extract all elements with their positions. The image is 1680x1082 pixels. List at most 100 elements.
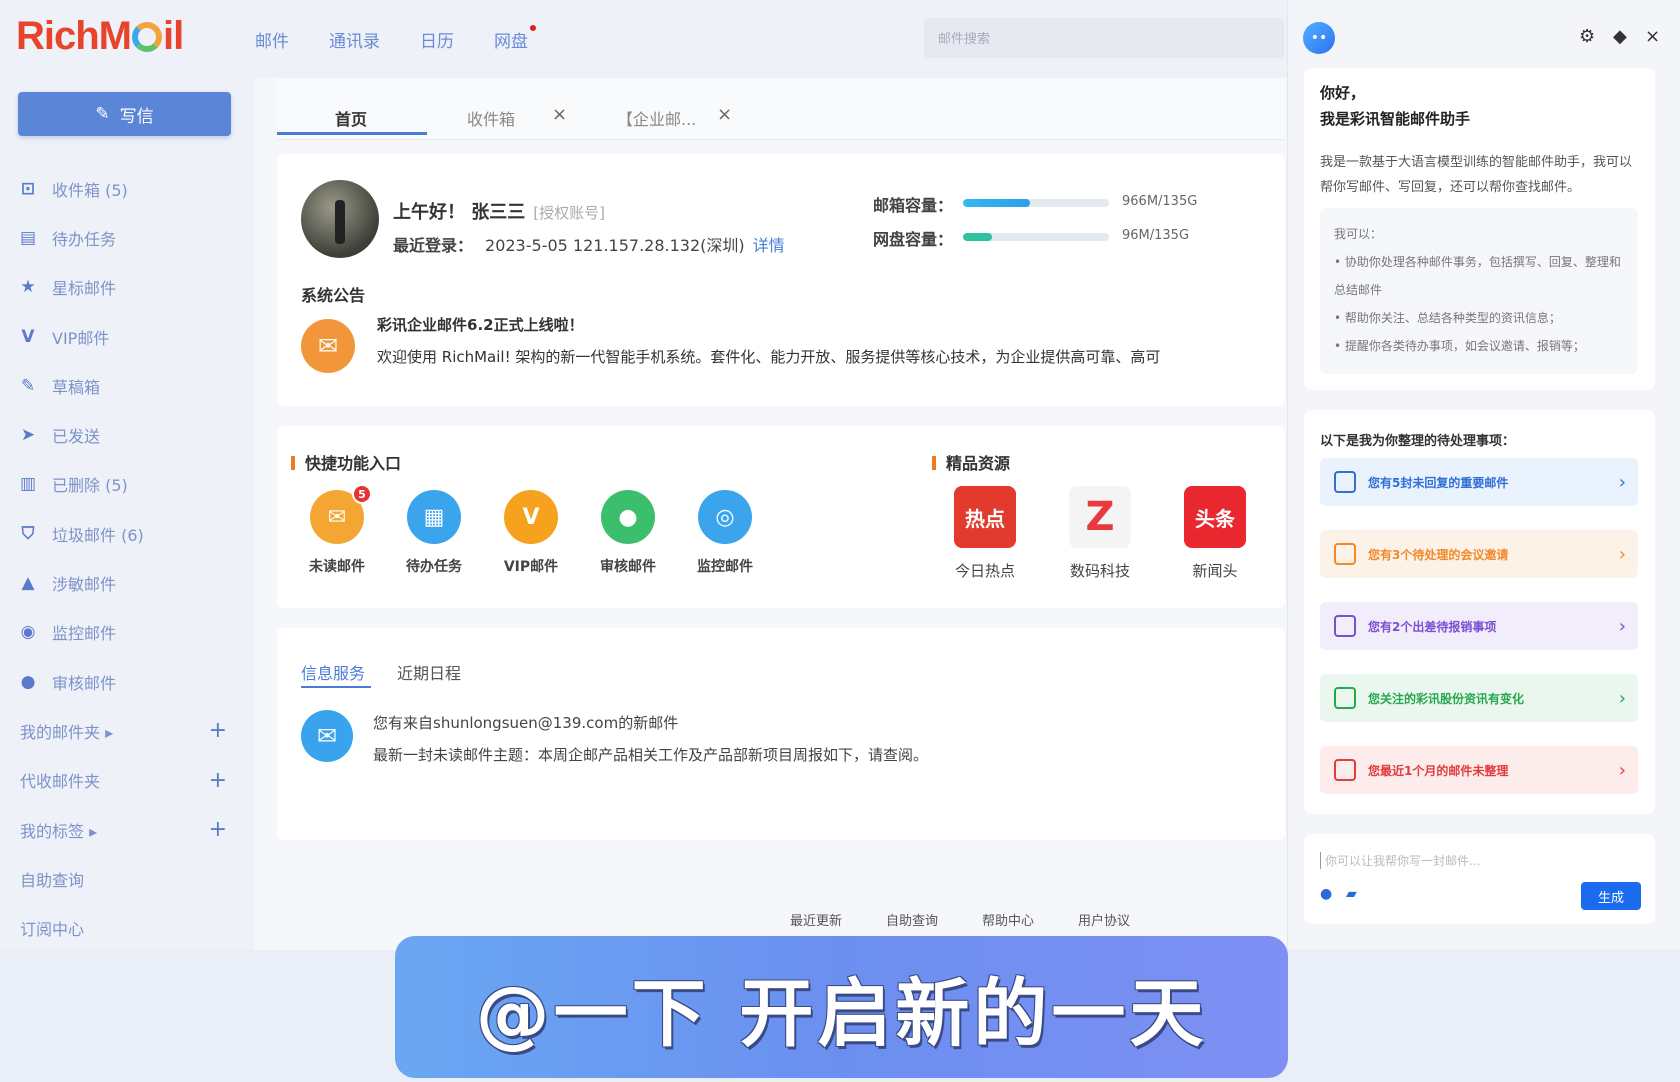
sidebar-item-label: 已发送 bbox=[52, 427, 101, 447]
sidebar-group[interactable]: 代收邮件夹 + bbox=[0, 756, 255, 805]
footer-agreement[interactable]: 用户协议 bbox=[1078, 910, 1130, 929]
new-mail-notice[interactable]: 您有来自shunlongsuen@139.com的新邮件 bbox=[373, 712, 678, 733]
quick-item[interactable]: ▦ 待办任务 bbox=[394, 490, 474, 576]
footer-help[interactable]: 帮助中心 bbox=[982, 910, 1034, 929]
add-icon[interactable]: + bbox=[209, 718, 227, 743]
greeting: 上午好！ 张三三 [授权账号] bbox=[393, 198, 605, 224]
microphone-icon[interactable]: ● bbox=[1320, 886, 1332, 902]
close-tab-enterprise-icon[interactable]: × bbox=[717, 104, 732, 125]
sidebar-item[interactable]: ▤ 待办任务 bbox=[0, 213, 255, 262]
draft-icon: ✎ bbox=[20, 375, 36, 396]
compose-label: 写信 bbox=[119, 106, 154, 127]
quick-item-label: 待办任务 bbox=[406, 559, 462, 575]
richmail-logo[interactable]: RichM il bbox=[16, 14, 184, 59]
nav-mail[interactable]: 邮件 bbox=[255, 27, 289, 52]
todo-item[interactable]: 您关注的彩讯股份资讯有变化 › bbox=[1320, 674, 1638, 722]
sidebar-group-label: 代收邮件夹 bbox=[20, 772, 101, 792]
sidebar-item[interactable]: ➤ 已发送 bbox=[0, 410, 255, 459]
todo-item-label: 您关注的彩讯股份资讯有变化 bbox=[1368, 691, 1525, 706]
todo-item[interactable]: 您有2个出差待报销事项 › bbox=[1320, 602, 1638, 650]
assistant-input-box[interactable]: 你可以让我帮你写一封邮件... ● ▰ 生成 bbox=[1304, 834, 1655, 924]
sidebar-group[interactable]: 订阅中心 bbox=[0, 903, 255, 952]
sidebar-group[interactable]: 我的标签 ▸ + bbox=[0, 805, 255, 854]
hot-news-icon: 热点 bbox=[954, 486, 1016, 548]
assistant-hello: 你好， bbox=[1320, 84, 1366, 102]
quick-item[interactable]: V VIP邮件 bbox=[491, 490, 571, 576]
active-tab-indicator bbox=[277, 132, 427, 135]
tab-recent-schedule[interactable]: 近期日程 bbox=[397, 660, 461, 684]
notification-dot bbox=[530, 25, 536, 31]
todo-item-label: 您有3个待处理的会议邀请 bbox=[1368, 547, 1509, 562]
sidebar-item[interactable]: ▥ 已删除 (5) bbox=[0, 460, 255, 509]
tab-enterprise[interactable]: 【企业邮... bbox=[617, 106, 696, 130]
detail-link[interactable]: 详情 bbox=[753, 236, 785, 255]
sidebar-item[interactable]: ● 审核邮件 bbox=[0, 657, 255, 706]
send-icon: ➤ bbox=[20, 425, 36, 446]
sidebar-item-label: 审核邮件 bbox=[52, 673, 117, 693]
travel-icon bbox=[1334, 615, 1356, 637]
sidebar-group[interactable]: 我的邮件夹 ▸ + bbox=[0, 706, 255, 755]
todo-item[interactable]: 您最近1个月的邮件未整理 › bbox=[1320, 746, 1638, 794]
quick-item[interactable]: ● 审核邮件 bbox=[588, 490, 668, 576]
sidebar-group-label: 我的标签 ▸ bbox=[20, 821, 98, 841]
tab-home[interactable]: 首页 bbox=[335, 106, 367, 130]
sidebar-item[interactable]: ⊡ 收件箱 (5) bbox=[0, 164, 255, 213]
todo-item[interactable]: 您有3个待处理的会议邀请 › bbox=[1320, 530, 1638, 578]
compose-button[interactable]: ✎ 写信 bbox=[18, 92, 231, 136]
sidebar-item[interactable]: ▲ 涉敏邮件 bbox=[0, 558, 255, 607]
resource-item-label: 新闻头 bbox=[1192, 562, 1238, 580]
nav-contacts[interactable]: 通讯录 bbox=[329, 27, 380, 52]
mail-search-input[interactable]: 邮件搜索 bbox=[924, 18, 1284, 58]
assistant-intro-text: 我是一款基于大语言模型训练的智能邮件助手，我可以帮你写邮件、写回复，还可以帮你查… bbox=[1320, 155, 1633, 195]
disk-capacity-value: 96M/135G bbox=[1122, 228, 1190, 243]
add-icon[interactable]: + bbox=[209, 768, 227, 793]
sidebar: ✎ 写信 ⊡ 收件箱 (5) ▤ 待办任务 ★ 星标邮件 V VIP邮件 ✎ 草稿箱 ➤ 已发送 ▥ 已删… bbox=[0, 78, 255, 950]
sidebar-item-label: 草稿箱 bbox=[52, 377, 101, 397]
announcement-body: 欢迎使用 RichMail! 架构的新一代智能手机系统。套件化、能力开放、服务提… bbox=[377, 348, 1161, 366]
nav-calendar[interactable]: 日历 bbox=[420, 27, 454, 52]
sidebar-item[interactable]: ✎ 草稿箱 bbox=[0, 361, 255, 410]
ai-assistant-panel: •• ⚙ ◆ × 你好， 我是彩讯智能邮件助手 我是一款基于大语言模型训练的智能… bbox=[1287, 0, 1680, 950]
chevron-right-icon: › bbox=[1618, 615, 1626, 637]
capabilities-title: 我可以： bbox=[1334, 227, 1383, 241]
settings-icon[interactable]: ⚙ bbox=[1579, 26, 1595, 47]
sidebar-item-label: 垃圾邮件 (6) bbox=[52, 525, 144, 545]
footer-recent-updates[interactable]: 最近更新 bbox=[790, 910, 842, 929]
sidebar-item[interactable]: V VIP邮件 bbox=[0, 312, 255, 361]
resource-item[interactable]: Z 数码科技 bbox=[1055, 486, 1145, 581]
generate-button[interactable]: 生成 bbox=[1581, 882, 1641, 910]
quick-item[interactable]: ✉ 5 未读邮件 bbox=[297, 484, 377, 576]
clear-icon[interactable]: ◆ bbox=[1613, 26, 1627, 47]
quick-item[interactable]: ◎ 监控邮件 bbox=[685, 490, 765, 576]
todo-item-label: 您有5封未回复的重要邮件 bbox=[1368, 475, 1509, 490]
capability-item: • 提醒你各类待办事项，如会议邀请、报销等； bbox=[1334, 339, 1585, 353]
sidebar-item-label: 收件箱 (5) bbox=[52, 180, 128, 200]
close-tab-inbox-icon[interactable]: × bbox=[552, 104, 567, 125]
nav-disk[interactable]: 网盘 bbox=[494, 25, 536, 52]
sidebar-item[interactable]: ◉ 监控邮件 bbox=[0, 608, 255, 657]
close-icon[interactable]: × bbox=[1645, 26, 1660, 47]
todo-icon: ▦ bbox=[407, 490, 461, 544]
app-window: RichM il 邮件 通讯录 日历 网盘 邮件搜索 ✎ 写信 ⊡ 收件箱 (5) ▤… bbox=[0, 0, 1680, 950]
assistant-intro-title: 我是彩讯智能邮件助手 bbox=[1320, 110, 1471, 128]
tab-info-service[interactable]: 信息服务 bbox=[301, 660, 365, 684]
todo-item[interactable]: 您有5封未回复的重要邮件 › bbox=[1320, 458, 1638, 506]
video-caption: @一下 开启新的一天 bbox=[395, 936, 1288, 1078]
sidebar-item[interactable]: ★ 星标邮件 bbox=[0, 263, 255, 312]
sidebar-item[interactable]: ⛉ 垃圾邮件 (6) bbox=[0, 509, 255, 558]
resource-item-label: 数码科技 bbox=[1069, 562, 1130, 580]
footer-self-query[interactable]: 自助查询 bbox=[886, 910, 938, 929]
add-icon[interactable]: + bbox=[209, 817, 227, 842]
sidebar-group[interactable]: 自助查询 bbox=[0, 854, 255, 903]
mailbox-capacity-bar bbox=[963, 199, 1109, 207]
sidebar-item-label: 待办任务 bbox=[52, 229, 117, 249]
assistant-input[interactable]: 你可以让我帮你写一封邮件... bbox=[1320, 852, 1480, 869]
announcement-title[interactable]: 彩讯企业邮件6.2正式上线啦！ bbox=[377, 314, 584, 335]
star-icon: ★ bbox=[20, 277, 36, 298]
sidebar-group-label: 自助查询 bbox=[20, 870, 85, 890]
tab-inbox[interactable]: 收件箱 bbox=[467, 106, 515, 130]
resource-item[interactable]: 热点 今日热点 bbox=[940, 486, 1030, 581]
resource-item[interactable]: 头条 新闻头 bbox=[1170, 486, 1260, 581]
tech-icon: Z bbox=[1069, 486, 1131, 548]
folder-icon[interactable]: ▰ bbox=[1346, 886, 1357, 902]
